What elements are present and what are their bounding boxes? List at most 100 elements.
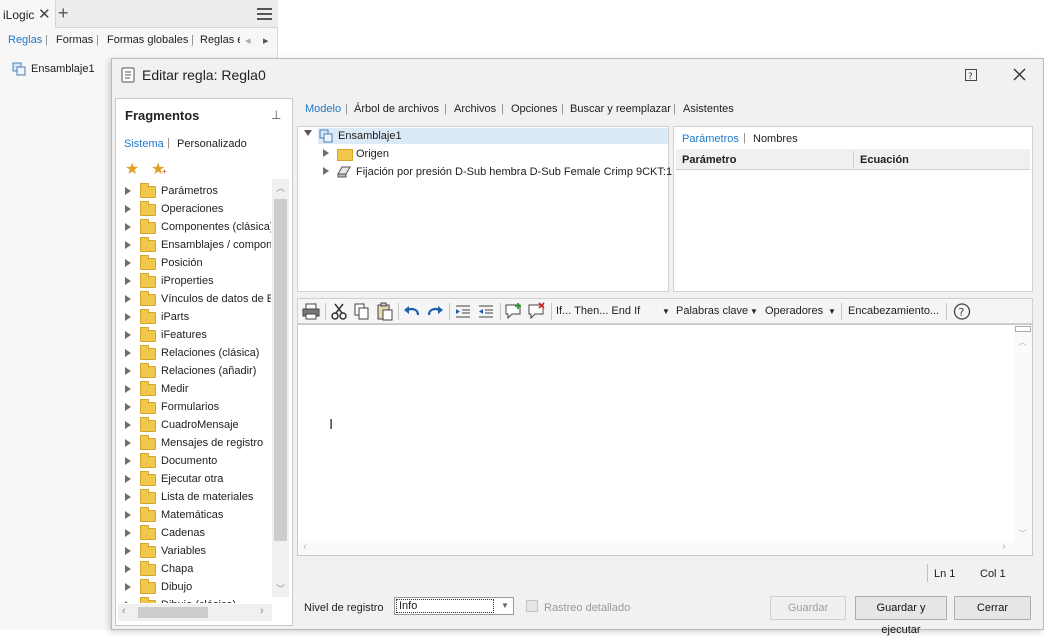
snippet-category[interactable]: Relaciones (añadir) xyxy=(116,363,271,381)
model-tree-origin[interactable]: Origen xyxy=(356,148,389,160)
snippet-category[interactable]: iFeatures xyxy=(116,327,271,345)
nav-rules[interactable]: Reglas xyxy=(8,34,42,46)
help-icon[interactable]: ? xyxy=(965,69,977,81)
snippet-category[interactable]: iParts xyxy=(116,309,271,327)
scrollbar-thumb[interactable] xyxy=(138,607,208,618)
snippets-horizontal-scrollbar[interactable]: ‹ › xyxy=(118,604,272,621)
snippet-category[interactable]: Vínculos de datos de Ex xyxy=(116,291,271,309)
collapsed-arrow-icon[interactable] xyxy=(125,385,131,393)
editor-horizontal-scrollbar[interactable]: ‹ › xyxy=(298,541,1014,555)
tab-wizards[interactable]: Asistentes xyxy=(683,103,734,115)
snippet-category[interactable]: Documento xyxy=(116,453,271,471)
collapsed-arrow-icon[interactable] xyxy=(125,295,131,303)
snippets-tab-system[interactable]: Sistema xyxy=(124,138,164,150)
tab-find-replace[interactable]: Buscar y reemplazar xyxy=(570,103,671,115)
comment-icon[interactable] xyxy=(504,302,524,321)
tab-model[interactable]: Modelo xyxy=(305,103,341,115)
snippet-category[interactable]: iProperties xyxy=(116,273,271,291)
scroll-left-icon[interactable]: ◂ xyxy=(245,34,251,47)
collapsed-arrow-icon[interactable] xyxy=(125,367,131,375)
collapsed-arrow-icon[interactable] xyxy=(125,349,131,357)
snippet-category[interactable]: Posición xyxy=(116,255,271,273)
params-tab-names[interactable]: Nombres xyxy=(753,133,798,145)
collapsed-arrow-icon[interactable] xyxy=(125,601,131,603)
scroll-left-icon[interactable]: ‹ xyxy=(122,605,126,617)
snippet-category[interactable]: Cadenas xyxy=(116,525,271,543)
snippet-category[interactable]: Dibujo (clásica) xyxy=(116,597,271,603)
snippet-category[interactable]: Parámetros xyxy=(116,183,271,201)
chevron-down-icon[interactable]: ▼ xyxy=(828,307,836,316)
scroll-up-icon[interactable]: ︿ xyxy=(1018,335,1027,348)
collapsed-arrow-icon[interactable] xyxy=(125,241,131,249)
scroll-down-icon[interactable]: ﹀ xyxy=(276,582,285,595)
collapsed-arrow-icon[interactable] xyxy=(323,149,329,157)
splitter-handle[interactable] xyxy=(1015,326,1031,332)
scroll-right-icon[interactable]: › xyxy=(1002,541,1006,553)
help-circle-icon[interactable]: ? xyxy=(952,302,972,321)
nav-global-forms[interactable]: Formas globales xyxy=(107,34,188,46)
collapsed-arrow-icon[interactable] xyxy=(125,331,131,339)
if-then-button[interactable]: If... Then... End If xyxy=(556,305,640,317)
nav-forms[interactable]: Formas xyxy=(56,34,93,46)
copy-icon[interactable] xyxy=(352,302,372,321)
collapsed-arrow-icon[interactable] xyxy=(125,439,131,447)
close-icon[interactable] xyxy=(1013,68,1026,81)
col-parameter[interactable]: Parámetro xyxy=(682,154,736,166)
model-tree-root[interactable]: Ensamblaje1 xyxy=(338,130,402,142)
model-tree-component[interactable]: Fijación por presión D-Sub hembra D-Sub … xyxy=(356,166,672,178)
collapsed-arrow-icon[interactable] xyxy=(125,277,131,285)
scroll-right-icon[interactable]: ▸ xyxy=(263,34,269,47)
expanded-arrow-icon[interactable] xyxy=(304,130,312,136)
cut-icon[interactable] xyxy=(329,302,349,321)
collapsed-arrow-icon[interactable] xyxy=(125,223,131,231)
collapsed-arrow-icon[interactable] xyxy=(125,457,131,465)
close-tab-icon[interactable]: ✕ xyxy=(38,5,51,23)
collapsed-arrow-icon[interactable] xyxy=(125,259,131,267)
print-icon[interactable] xyxy=(301,302,321,321)
chevron-down-icon[interactable]: ▼ xyxy=(501,601,509,610)
outdent-icon[interactable] xyxy=(476,302,496,321)
editor-vertical-scrollbar[interactable]: ︿ ﹀ xyxy=(1014,325,1032,555)
collapsed-arrow-icon[interactable] xyxy=(323,167,329,175)
snippet-category[interactable]: Componentes (clásica) xyxy=(116,219,271,237)
snippet-category[interactable]: Operaciones xyxy=(116,201,271,219)
tab-files[interactable]: Archivos xyxy=(454,103,496,115)
paste-icon[interactable] xyxy=(375,302,395,321)
collapsed-arrow-icon[interactable] xyxy=(125,529,131,537)
snippet-category[interactable]: Mensajes de registro xyxy=(116,435,271,453)
collapsed-arrow-icon[interactable] xyxy=(125,205,131,213)
code-editor[interactable]: I ︿ ﹀ ‹ › xyxy=(297,324,1033,556)
snippet-category[interactable]: Variables xyxy=(116,543,271,561)
undo-icon[interactable] xyxy=(402,302,422,321)
snippets-vertical-scrollbar[interactable]: ︿ ﹀ xyxy=(272,179,289,597)
pin-icon[interactable]: ⊥ xyxy=(271,108,281,122)
collapsed-arrow-icon[interactable] xyxy=(125,187,131,195)
collapsed-arrow-icon[interactable] xyxy=(125,565,131,573)
snippet-category[interactable]: Chapa xyxy=(116,561,271,579)
save-and-run-button[interactable]: Guardar y ejecutar xyxy=(855,596,947,636)
scrollbar-thumb[interactable] xyxy=(274,199,287,541)
scroll-right-icon[interactable]: › xyxy=(260,605,264,617)
operators-dropdown[interactable]: Operadores xyxy=(765,305,823,317)
collapsed-arrow-icon[interactable] xyxy=(125,583,131,591)
snippet-category[interactable]: Medir xyxy=(116,381,271,399)
scroll-down-icon[interactable]: ﹀ xyxy=(1018,527,1027,540)
collapsed-arrow-icon[interactable] xyxy=(125,547,131,555)
snippet-category[interactable]: Ensamblajes / compone xyxy=(116,237,271,255)
verbose-checkbox[interactable] xyxy=(526,600,538,612)
snippet-category[interactable]: Ejecutar otra xyxy=(116,471,271,489)
add-tab-icon[interactable]: + xyxy=(58,3,69,24)
ilogic-tab[interactable]: iLogic ✕ xyxy=(0,0,56,28)
header-button[interactable]: Encabezamiento... xyxy=(848,305,939,317)
snippets-tab-custom[interactable]: Personalizado xyxy=(177,138,247,150)
collapsed-arrow-icon[interactable] xyxy=(125,475,131,483)
collapsed-arrow-icon[interactable] xyxy=(125,493,131,501)
col-equation[interactable]: Ecuación xyxy=(860,154,909,166)
chevron-down-icon[interactable]: ▼ xyxy=(750,307,758,316)
uncomment-icon[interactable] xyxy=(527,302,547,321)
save-button[interactable]: Guardar xyxy=(770,596,846,620)
indent-icon[interactable] xyxy=(453,302,473,321)
collapsed-arrow-icon[interactable] xyxy=(125,403,131,411)
collapsed-arrow-icon[interactable] xyxy=(125,421,131,429)
redo-icon[interactable] xyxy=(425,302,445,321)
